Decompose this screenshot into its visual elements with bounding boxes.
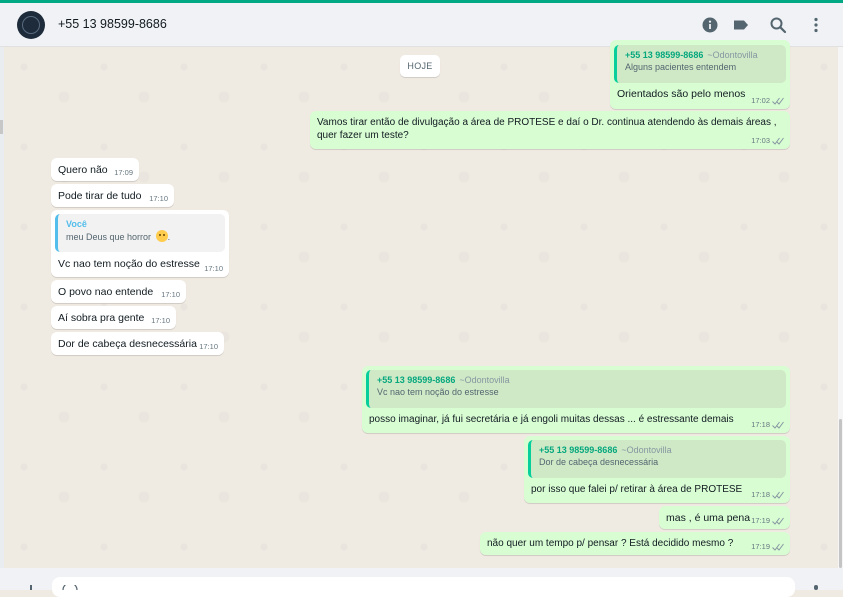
message-bubble-outgoing[interactable]: Vamos tirar então de divulgação a área d… <box>310 111 790 149</box>
read-ticks-icon <box>772 137 784 145</box>
quoted-message[interactable]: Você meu Deus que horror . <box>55 214 225 252</box>
message-time: 17:09 <box>114 168 133 177</box>
message-bubble-incoming[interactable]: Você meu Deus que horror . Vc nao tem no… <box>51 210 229 277</box>
message-time: 17:10 <box>161 290 180 299</box>
day-badge: HOJE <box>400 55 440 77</box>
quote-alias: ~Odontovilla <box>707 50 758 60</box>
read-ticks-icon <box>772 421 784 429</box>
microphone-icon[interactable] <box>813 585 819 590</box>
message-time: 17:10 <box>199 342 218 351</box>
message-text: Vc nao tem noção do estresse <box>58 258 200 270</box>
quote-author: +55 13 98599-8686 <box>377 375 456 385</box>
search-icon[interactable] <box>768 15 788 35</box>
read-ticks-icon <box>772 491 784 499</box>
message-bubble-incoming[interactable]: Pode tirar de tudo 17:10 <box>51 184 174 207</box>
frowning-face-emoji-icon <box>155 230 168 242</box>
read-ticks-icon <box>772 543 784 551</box>
message-time: 17:03 <box>751 136 770 145</box>
message-time: 17:10 <box>149 194 168 203</box>
message-input[interactable] <box>52 577 795 597</box>
message-text: por isso que falei p/ retirar à área de … <box>531 484 743 495</box>
message-text: Vamos tirar então de divulgação a área d… <box>317 117 777 141</box>
message-bubble-outgoing[interactable]: não quer um tempo p/ pensar ? Está decid… <box>480 532 790 555</box>
quoted-message[interactable]: +55 13 98599-8686 ~Odontovilla Dor de cab… <box>528 440 786 478</box>
message-bubble-incoming[interactable]: Quero não 17:09 <box>51 158 139 181</box>
quoted-message[interactable]: +55 13 98599-8686 ~Odontovilla Alguns pac… <box>614 45 786 83</box>
quote-text: meu Deus que horror <box>66 232 152 242</box>
contact-name[interactable]: +55 13 98599-8686 <box>58 17 167 31</box>
read-ticks-icon <box>772 97 784 105</box>
emoji-icon[interactable] <box>62 585 78 590</box>
avatar[interactable] <box>17 11 45 39</box>
message-time: 17:19 <box>751 516 770 525</box>
label-icon[interactable] <box>731 15 751 35</box>
message-bubble-incoming[interactable]: Aí sobra pra gente 17:10 <box>51 306 176 329</box>
message-time: 17:10 <box>204 264 223 273</box>
message-bubble-outgoing[interactable]: +55 13 98599-8686 ~Odontovilla Vc nao tem… <box>362 366 790 433</box>
message-bubble-outgoing[interactable]: +55 13 98599-8686 ~Odontovilla Alguns pac… <box>610 40 790 109</box>
message-time: 17:18 <box>751 420 770 429</box>
quote-alias: ~Odontovilla <box>459 375 510 385</box>
message-time: 17:18 <box>751 490 770 499</box>
quote-text: Alguns pacientes entendem <box>625 62 737 72</box>
quote-alias: ~Odontovilla <box>621 445 672 455</box>
message-time: 17:02 <box>751 96 770 105</box>
message-bubble-incoming[interactable]: O povo nao entende 17:10 <box>51 280 186 303</box>
message-composer <box>0 568 843 597</box>
quote-text: Vc nao tem noção do estresse <box>377 387 499 397</box>
message-time: 17:19 <box>751 542 770 551</box>
info-icon[interactable] <box>700 15 720 35</box>
quote-author: +55 13 98599-8686 <box>625 50 704 60</box>
message-time: 17:10 <box>151 316 170 325</box>
message-bubble-incoming[interactable]: Dor de cabeça desnecessária 17:10 <box>51 332 224 355</box>
chat-scrollbar[interactable] <box>838 47 843 568</box>
quoted-message[interactable]: +55 13 98599-8686 ~Odontovilla Vc nao tem… <box>366 370 786 408</box>
message-text: Dor de cabeça desnecessária <box>58 338 197 350</box>
quote-author: +55 13 98599-8686 <box>539 445 618 455</box>
message-bubble-outgoing[interactable]: +55 13 98599-8686 ~Odontovilla Dor de cab… <box>524 436 790 503</box>
read-ticks-icon <box>772 517 784 525</box>
menu-dots-icon[interactable] <box>806 15 826 35</box>
message-text: posso imaginar, já fui secretária e já e… <box>369 414 734 425</box>
message-bubble-outgoing[interactable]: mas , é uma pena 17:19 <box>659 506 790 529</box>
plus-icon[interactable] <box>26 585 36 590</box>
quote-author: Você <box>66 219 87 229</box>
message-text: não quer um tempo p/ pensar ? Está decid… <box>487 538 734 549</box>
quote-text: Dor de cabeça desnecessária <box>539 457 659 467</box>
